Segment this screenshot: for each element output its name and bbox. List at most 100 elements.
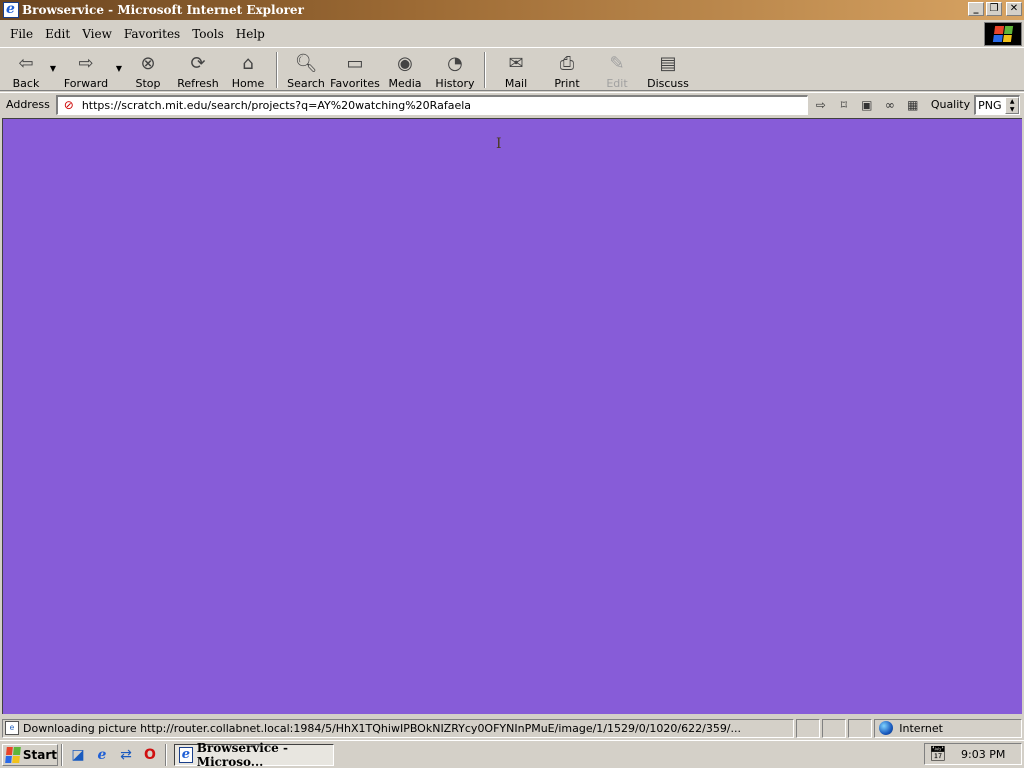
back-label: Back (12, 77, 40, 90)
address-label: Address (6, 98, 50, 111)
media-label: Media (388, 77, 422, 90)
start-button[interactable]: Start (2, 743, 58, 766)
history-icon: ◔ (447, 52, 463, 74)
opera-icon[interactable]: O (140, 745, 160, 765)
zone-label: Internet (899, 721, 943, 735)
document-icon: e (5, 721, 19, 735)
edit-label: Edit (606, 77, 628, 90)
refresh-label: Refresh (177, 77, 219, 90)
back-button[interactable]: ⇦ Back (4, 48, 48, 91)
favorites-button[interactable]: ▭ Favorites (330, 48, 380, 91)
start-label: Start (22, 747, 57, 762)
toolbar-separator (484, 52, 486, 88)
discuss-icon: ▤ (659, 52, 677, 74)
close-button[interactable]: ✕ (1006, 2, 1022, 16)
refresh-icon: ⟳ (190, 52, 206, 74)
refresh-button[interactable]: ⟳ Refresh (172, 48, 224, 91)
status-bar: e Downloading picture http://router.coll… (0, 717, 1024, 739)
back-arrow-icon: ⇦ (18, 52, 34, 74)
menu-help[interactable]: Help (230, 27, 271, 41)
forward-button[interactable]: ⇨ Forward (58, 48, 114, 91)
security-zone-pane: Internet (874, 718, 1022, 738)
mail-icon: ✉ (508, 52, 524, 74)
search-icon: 🔍︎ (294, 52, 318, 74)
clipboard-icon[interactable]: ▦ (903, 95, 923, 115)
taskbar-window-button[interactable]: e Browservice - Microso... (174, 740, 334, 768)
forward-arrow-icon: ⇨ (78, 52, 94, 74)
forward-dropdown-button[interactable]: ▼ (114, 48, 124, 90)
printer-icon: ⎙ (559, 52, 575, 74)
bookmark-icon[interactable]: ⌑ (834, 95, 854, 115)
edit-icon: ✎ (609, 52, 625, 74)
discuss-label: Discuss (647, 77, 689, 90)
menu-file[interactable]: File (4, 27, 39, 41)
go-arrow-icon[interactable]: ⇨ (811, 95, 831, 115)
mail-button[interactable]: ✉ Mail (490, 48, 542, 91)
windows-logo-icon (992, 26, 1014, 42)
menu-favorites[interactable]: Favorites (118, 27, 186, 41)
back-dropdown-button[interactable]: ▼ (48, 48, 58, 90)
outlook-express-icon[interactable]: ⇄ (116, 745, 136, 765)
quality-select[interactable]: PNG ▲ ▼ (974, 94, 1021, 115)
stop-icon: ⊗ (140, 52, 156, 74)
page-icon[interactable]: ▣ (857, 95, 877, 115)
windows-logo-throbber (984, 22, 1022, 46)
restore-button[interactable]: ❐ (986, 2, 1002, 16)
clock[interactable]: 9:03 PM (961, 748, 1005, 761)
broken-page-icon: ⊘ (63, 98, 74, 112)
menu-edit[interactable]: Edit (39, 27, 76, 41)
scheduler-icon[interactable]: 📅︎ (929, 745, 947, 763)
mail-label: Mail (504, 77, 528, 90)
search-label: Search (287, 77, 325, 90)
menu-tools[interactable]: Tools (186, 27, 230, 41)
windows-logo-icon (5, 746, 21, 763)
search-button[interactable]: 🔍︎ Search (282, 48, 330, 91)
favorites-folder-icon: ▭ (346, 52, 364, 74)
internet-explorer-icon[interactable]: e (92, 745, 112, 765)
address-url[interactable]: https://scratch.mit.edu/search/projects?… (82, 99, 471, 112)
minimize-button[interactable]: _ (968, 2, 984, 16)
taskbar-window-label: Browservice - Microso... (196, 740, 288, 768)
print-label: Print (554, 77, 580, 90)
quality-spinner-icon[interactable]: ▲ ▼ (1005, 96, 1020, 114)
taskbar-separator (165, 743, 167, 766)
address-bar: Address ⊘ https://scratch.mit.edu/search… (0, 92, 1024, 116)
favorites-label: Favorites (330, 77, 380, 90)
status-pane (796, 718, 821, 738)
window-title: Browservice - Microsoft Internet Explore… (22, 3, 304, 17)
taskbar: Start ◪ e ⇄ O e Browservice - Microso...… (0, 740, 1024, 768)
media-icon: ◉ (397, 52, 413, 74)
quality-label: Quality (930, 98, 971, 111)
print-button[interactable]: ⎙ Print (542, 48, 592, 91)
history-button[interactable]: ◔ History (430, 48, 480, 91)
stop-button[interactable]: ⊗ Stop (124, 48, 172, 91)
ie-icon: e (179, 746, 193, 763)
title-bar: e Browservice - Microsoft Internet Explo… (0, 0, 1024, 20)
history-label: History (435, 77, 475, 90)
quality-value: PNG (978, 98, 1002, 112)
browser-viewport[interactable]: I (2, 118, 1022, 714)
show-desktop-icon[interactable]: ◪ (68, 745, 88, 765)
menu-view[interactable]: View (76, 27, 118, 41)
ie-icon: e (3, 1, 19, 18)
discuss-button[interactable]: ▤ Discuss (642, 48, 694, 91)
globe-icon (879, 721, 894, 735)
standard-toolbar: ⇦ Back ▼ ⇨ Forward ▼ ⊗ Stop ⟳ Refresh ⌂ … (0, 47, 1024, 91)
text-cursor-icon: I (496, 136, 502, 152)
find-binoculars-icon[interactable]: ∞ (880, 95, 900, 115)
forward-label: Forward (63, 77, 109, 90)
system-tray: 📅︎ 9:03 PM (924, 743, 1022, 765)
stop-label: Stop (135, 77, 161, 90)
status-pane (822, 718, 847, 738)
home-label: Home (231, 77, 265, 90)
media-button[interactable]: ◉ Media (380, 48, 430, 91)
home-icon: ⌂ (242, 52, 254, 74)
status-pane (848, 718, 873, 738)
taskbar-separator (61, 743, 63, 766)
window-controls: _ ❐ ✕ (966, 2, 1022, 16)
status-text: Downloading picture http://router.collab… (23, 721, 742, 735)
edit-button[interactable]: ✎ Edit (592, 48, 642, 91)
address-input[interactable]: ⊘ https://scratch.mit.edu/search/project… (55, 94, 808, 115)
menu-bar: File Edit View Favorites Tools Help (0, 22, 1024, 46)
home-button[interactable]: ⌂ Home (224, 48, 272, 91)
